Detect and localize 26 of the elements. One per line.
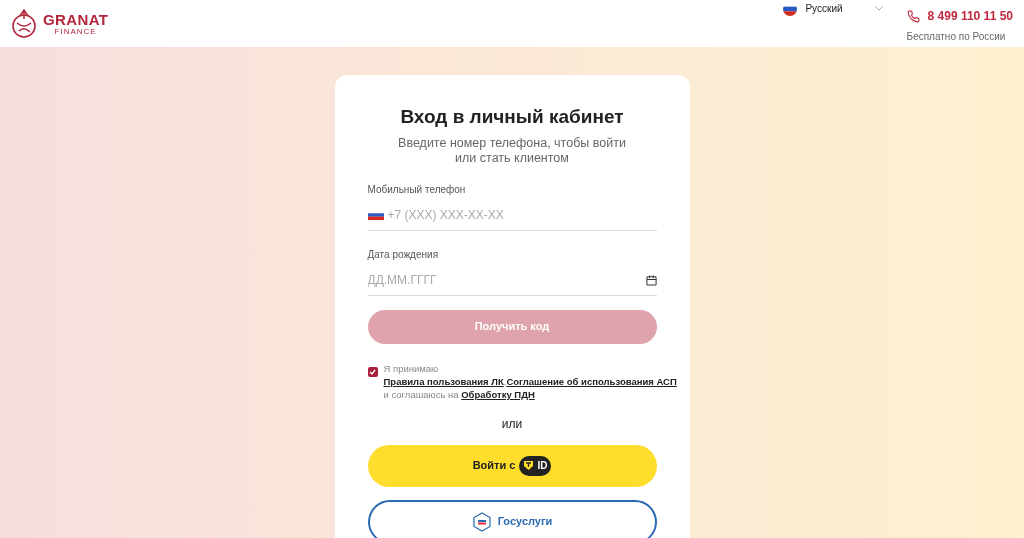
phone-icon [906, 9, 920, 23]
card-title: Вход в личный кабинет [399, 105, 625, 129]
date-input[interactable]: ДД.ММ.ГГГГ [367, 271, 646, 289]
brand-name: GRANAT [43, 11, 109, 27]
calendar-icon [645, 274, 657, 286]
consent-link[interactable]: Обработку ПДН [461, 388, 535, 400]
field-label: Дата рождения [367, 247, 440, 262]
phone-input[interactable]: +7 (XXX) XXX-XX-XX [387, 206, 657, 224]
shield-icon [523, 460, 535, 471]
card-subtitle: Введите номер телефона, чтобы войти или стать клиентом [397, 135, 627, 166]
consent-link[interactable]: Правила пользования ЛК [383, 375, 504, 387]
tid-login-button[interactable]: Войти с ID [367, 444, 657, 487]
consent-text: Я принимаю Правила пользования ЛК,Соглашение об использования АСП и соглашаюсь на Обработку ПДН [383, 361, 677, 401]
hexagon-logo-icon [471, 511, 492, 532]
id-badge-text: ID [537, 459, 548, 473]
consent-checkbox[interactable] [367, 366, 378, 377]
consent-link[interactable]: Соглашение об использования АСП [506, 375, 677, 387]
chevron-down-icon [874, 6, 883, 11]
field-label: Мобильный телефон [367, 182, 467, 197]
or-separator: или [500, 415, 524, 433]
gosuslugi-button[interactable]: Госуслуги [367, 499, 657, 538]
language-selector[interactable]: Русский [783, 1, 883, 16]
phone-number-link[interactable]: 8 499 110 11 50 [927, 7, 1013, 25]
russia-flag-icon [367, 210, 384, 220]
phone-note: Бесплатно по России [906, 30, 1006, 44]
brand-subtitle: FINANCE [54, 27, 97, 36]
